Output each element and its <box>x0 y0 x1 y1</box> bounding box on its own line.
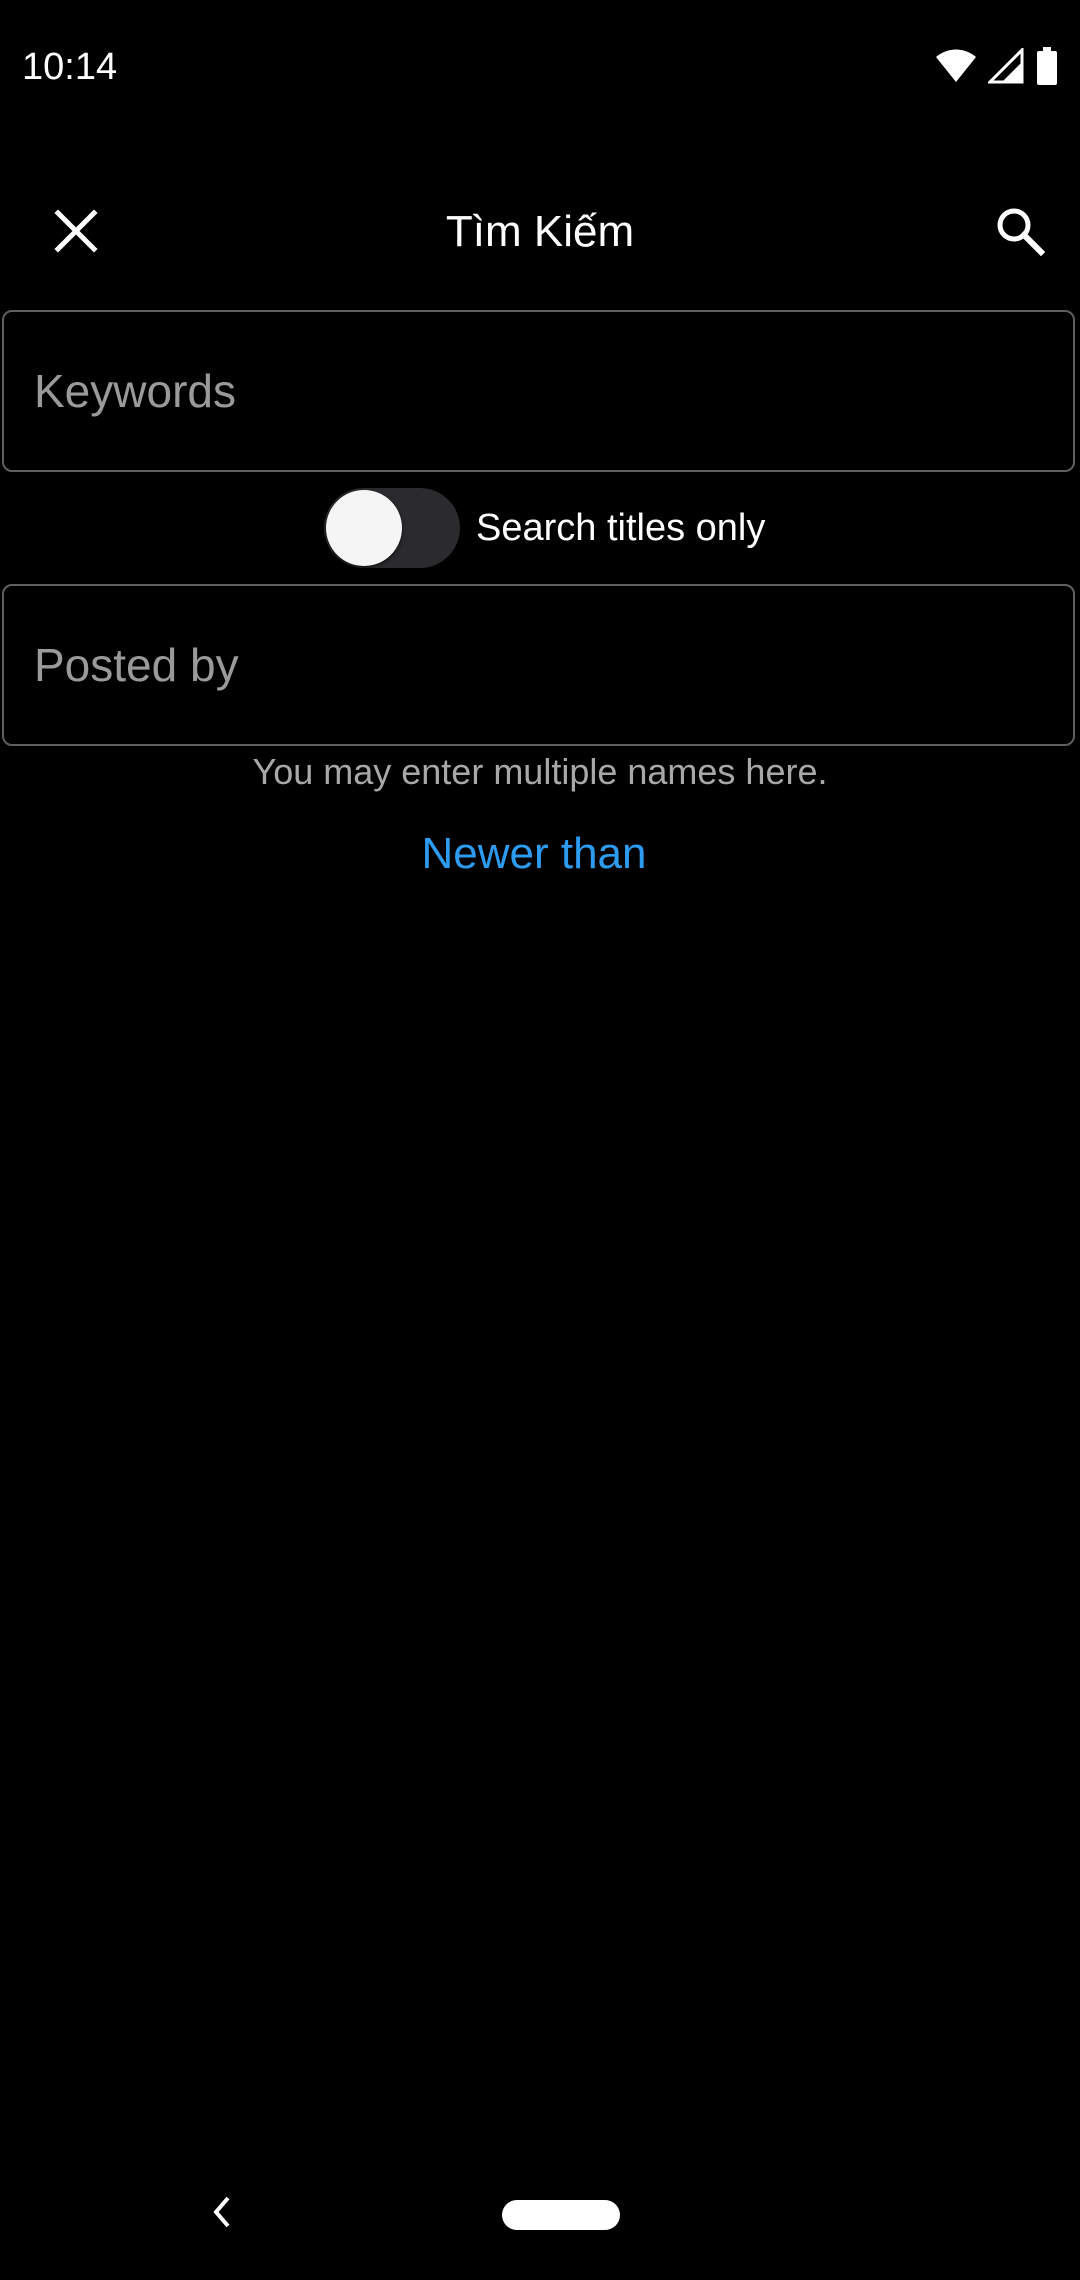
battery-icon <box>1037 47 1057 85</box>
search-titles-only-switch[interactable] <box>320 484 464 572</box>
search-icon <box>997 208 1046 257</box>
status-icons <box>936 46 1058 86</box>
search-titles-only-toggle-row[interactable]: Search titles only <box>320 484 765 572</box>
newer-than-button[interactable]: Newer than <box>0 826 1068 882</box>
status-time: 10:14 <box>22 46 118 88</box>
posted-by-input[interactable] <box>34 586 1034 744</box>
switch-thumb <box>326 490 402 566</box>
home-pill-icon[interactable] <box>502 2200 620 2230</box>
toolbar: Tìm Kiếm <box>0 155 1080 309</box>
wifi-icon <box>936 49 976 82</box>
search-titles-only-label: Search titles only <box>476 506 766 549</box>
posted-by-helper-text: You may enter multiple names here. <box>252 751 828 792</box>
nav-back-button[interactable] <box>196 2186 248 2238</box>
page-title: Tìm Kiếm <box>445 207 635 256</box>
status-bar: 10:14 <box>0 0 1080 135</box>
signal-icon <box>988 48 1024 84</box>
search-button[interactable] <box>980 191 1060 271</box>
posted-by-field[interactable] <box>2 584 1075 746</box>
keywords-input[interactable] <box>34 312 1034 470</box>
keywords-field[interactable] <box>2 310 1075 472</box>
back-chevron-icon <box>213 2196 230 2228</box>
